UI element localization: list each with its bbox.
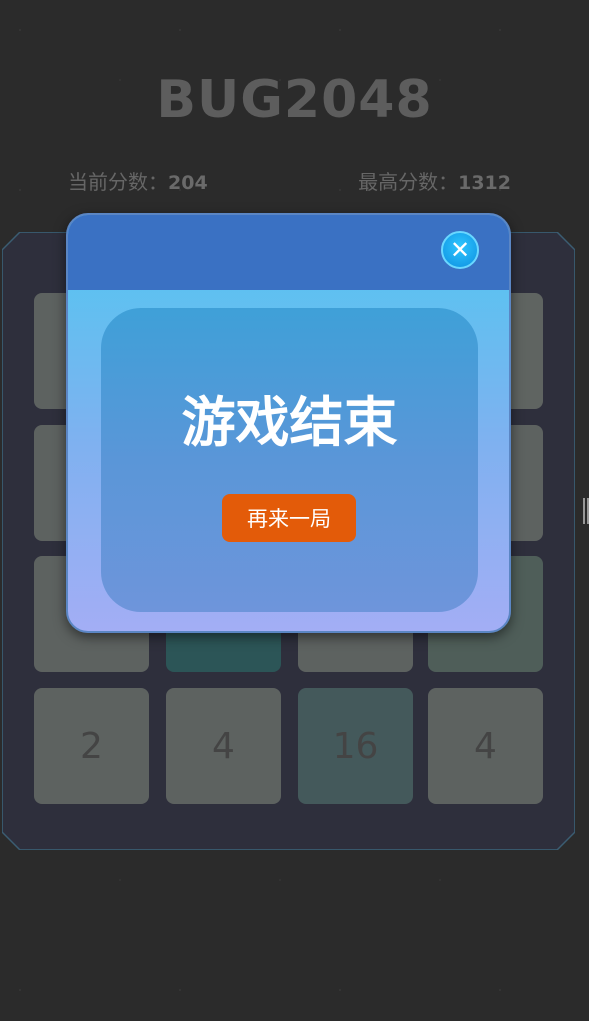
score-row: 当前分数：204 最高分数：1312 (68, 166, 511, 195)
current-score-value: 204 (168, 172, 208, 194)
scroll-handle[interactable] (583, 498, 589, 524)
game-over-title: 游戏结束 (181, 391, 398, 454)
dialog-body: 游戏结束 再来一局 (101, 308, 478, 612)
best-score: 最高分数：1312 (358, 166, 511, 195)
best-score-label: 最高分数： (358, 170, 459, 194)
best-score-value: 1312 (458, 172, 511, 194)
game-title: BUG2048 (156, 70, 433, 130)
tile: 4 (428, 688, 543, 804)
tile: 2 (34, 688, 149, 804)
tile: 4 (166, 688, 281, 804)
tile: 16 (298, 688, 413, 804)
game-screen: BUG2048 当前分数：204 最高分数：1312 2 4 16 4 ✕ 游戏… (0, 0, 589, 1021)
current-score-label: 当前分数： (68, 170, 168, 194)
dialog-header: ✕ (68, 215, 509, 290)
current-score: 当前分数：204 (68, 166, 208, 195)
close-icon[interactable]: ✕ (441, 231, 479, 269)
game-over-dialog: ✕ 游戏结束 再来一局 (66, 213, 511, 633)
restart-button[interactable]: 再来一局 (222, 494, 356, 542)
